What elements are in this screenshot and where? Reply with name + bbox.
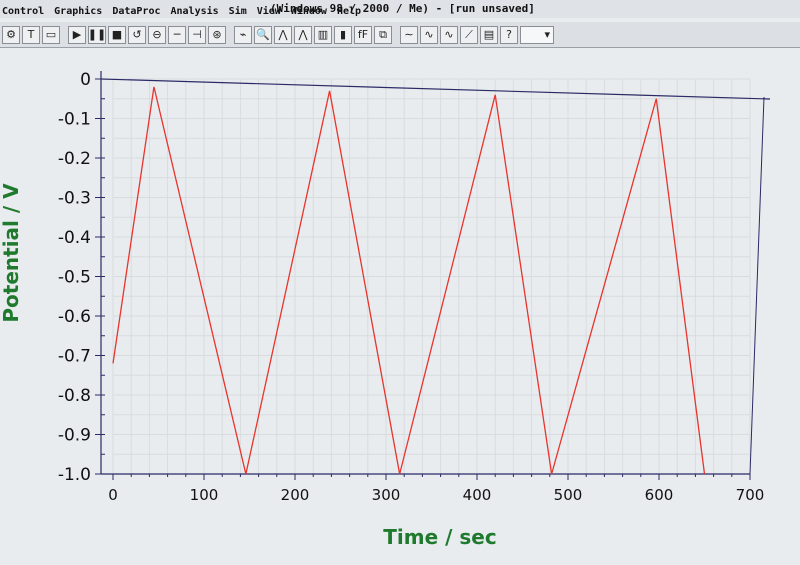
stop-icon[interactable]: ■	[108, 25, 126, 44]
y-tick-label: -0.8	[58, 386, 91, 406]
run-icon[interactable]: ▶	[68, 25, 86, 44]
cell-icon[interactable]: ⊣	[188, 25, 206, 44]
x-tick-label: 200	[281, 486, 310, 504]
wave4-icon[interactable]: ⟋	[460, 25, 478, 44]
potential-time-chart: 0 -0.1 -0.2 -0.3 -0.4 -0.5 -0.6 -0.7 -0.8 -0.9 -1.…	[0, 48, 800, 561]
table-icon[interactable]: ▤	[480, 25, 498, 44]
menu-dataproc[interactable]: DataProc	[112, 4, 160, 20]
help-icon[interactable]: ?	[500, 25, 518, 44]
menu-analysis[interactable]: Analysis	[171, 4, 219, 20]
wave1-icon[interactable]: ∼	[400, 25, 418, 44]
copy-icon[interactable]: ⧉	[374, 25, 392, 44]
x-tick-label: 600	[645, 486, 674, 504]
toolbar-separator	[228, 26, 232, 44]
x-tick-label: 400	[463, 486, 492, 504]
zoom-icon[interactable]: 🔍	[254, 25, 272, 44]
y-tick-label: -0.2	[58, 149, 91, 169]
plot-area: 0 -0.1 -0.2 -0.3 -0.4 -0.5 -0.6 -0.7 -0.8 -0.9 -1.…	[0, 48, 800, 561]
wave2-icon[interactable]: ∿	[420, 25, 438, 44]
zero-icon[interactable]: ⊖	[148, 25, 166, 44]
toolbar: ⚙ T ▭ ▶ ❚❚ ■ ↺ ⊖ ─ ⊣ ⊛ ⌁ 🔍 ⋀ ⋀ ▥ ▮ fF ⧉ ∼ ∿ ∿ ⟋ ▤? ▾	[0, 22, 800, 48]
font-icon[interactable]: fF	[354, 25, 372, 44]
y-tick-label: 0	[80, 70, 91, 90]
y-tick-label: -0.3	[58, 189, 91, 209]
toolbar-separator	[394, 26, 398, 44]
menu-sim[interactable]: Sim	[229, 4, 247, 20]
menu-control[interactable]: Control	[2, 4, 44, 20]
x-axis-label: Time / sec	[383, 525, 496, 549]
text-icon[interactable]: T	[22, 25, 40, 44]
toolbar-separator	[62, 26, 66, 44]
peak2-icon[interactable]: ⋀	[294, 25, 312, 44]
menu-view[interactable]: View	[257, 4, 281, 20]
peak-icon[interactable]: ⋀	[274, 25, 292, 44]
wave3-icon[interactable]: ∿	[440, 25, 458, 44]
y-tick-label: -1.0	[58, 465, 91, 485]
y-axis-label: Potential / V	[0, 183, 23, 323]
menu-graphics[interactable]: Graphics	[54, 4, 102, 20]
x-tick-label: 700	[736, 486, 765, 504]
y-tick-label: -0.7	[58, 347, 91, 367]
y-tick-label: -0.1	[58, 110, 91, 130]
rotate-icon[interactable]: ⊛	[208, 25, 226, 44]
reverse-icon[interactable]: ↺	[128, 25, 146, 44]
y-tick-label: -0.9	[58, 426, 91, 446]
x-tick-label: 0	[108, 486, 118, 504]
filter-icon[interactable]: ─	[168, 25, 186, 44]
x-tick-label: 300	[372, 486, 401, 504]
chart-background	[0, 48, 800, 561]
y-tick-label: -0.6	[58, 307, 91, 327]
setup-icon[interactable]: ⚙	[2, 25, 20, 44]
y-tick-label: -0.4	[58, 228, 91, 248]
x-tick-label: 500	[554, 486, 583, 504]
color-icon[interactable]: ▥	[314, 25, 332, 44]
toolbar-dropdown[interactable]: ▾	[520, 25, 554, 44]
window-icon[interactable]: ▭	[42, 25, 60, 44]
y-tick-label: -0.5	[58, 268, 91, 288]
x-tick-label: 100	[190, 486, 219, 504]
pause-icon[interactable]: ❚❚	[88, 25, 106, 44]
menu-window[interactable]: Window	[291, 4, 327, 20]
grid	[112, 78, 751, 475]
menu-bar: Control Graphics DataProc Analysis Sim V…	[0, 4, 361, 20]
graph-icon[interactable]: ⌁	[234, 25, 252, 44]
bars-icon[interactable]: ▮	[334, 25, 352, 44]
menu-help[interactable]: Help	[337, 4, 361, 20]
